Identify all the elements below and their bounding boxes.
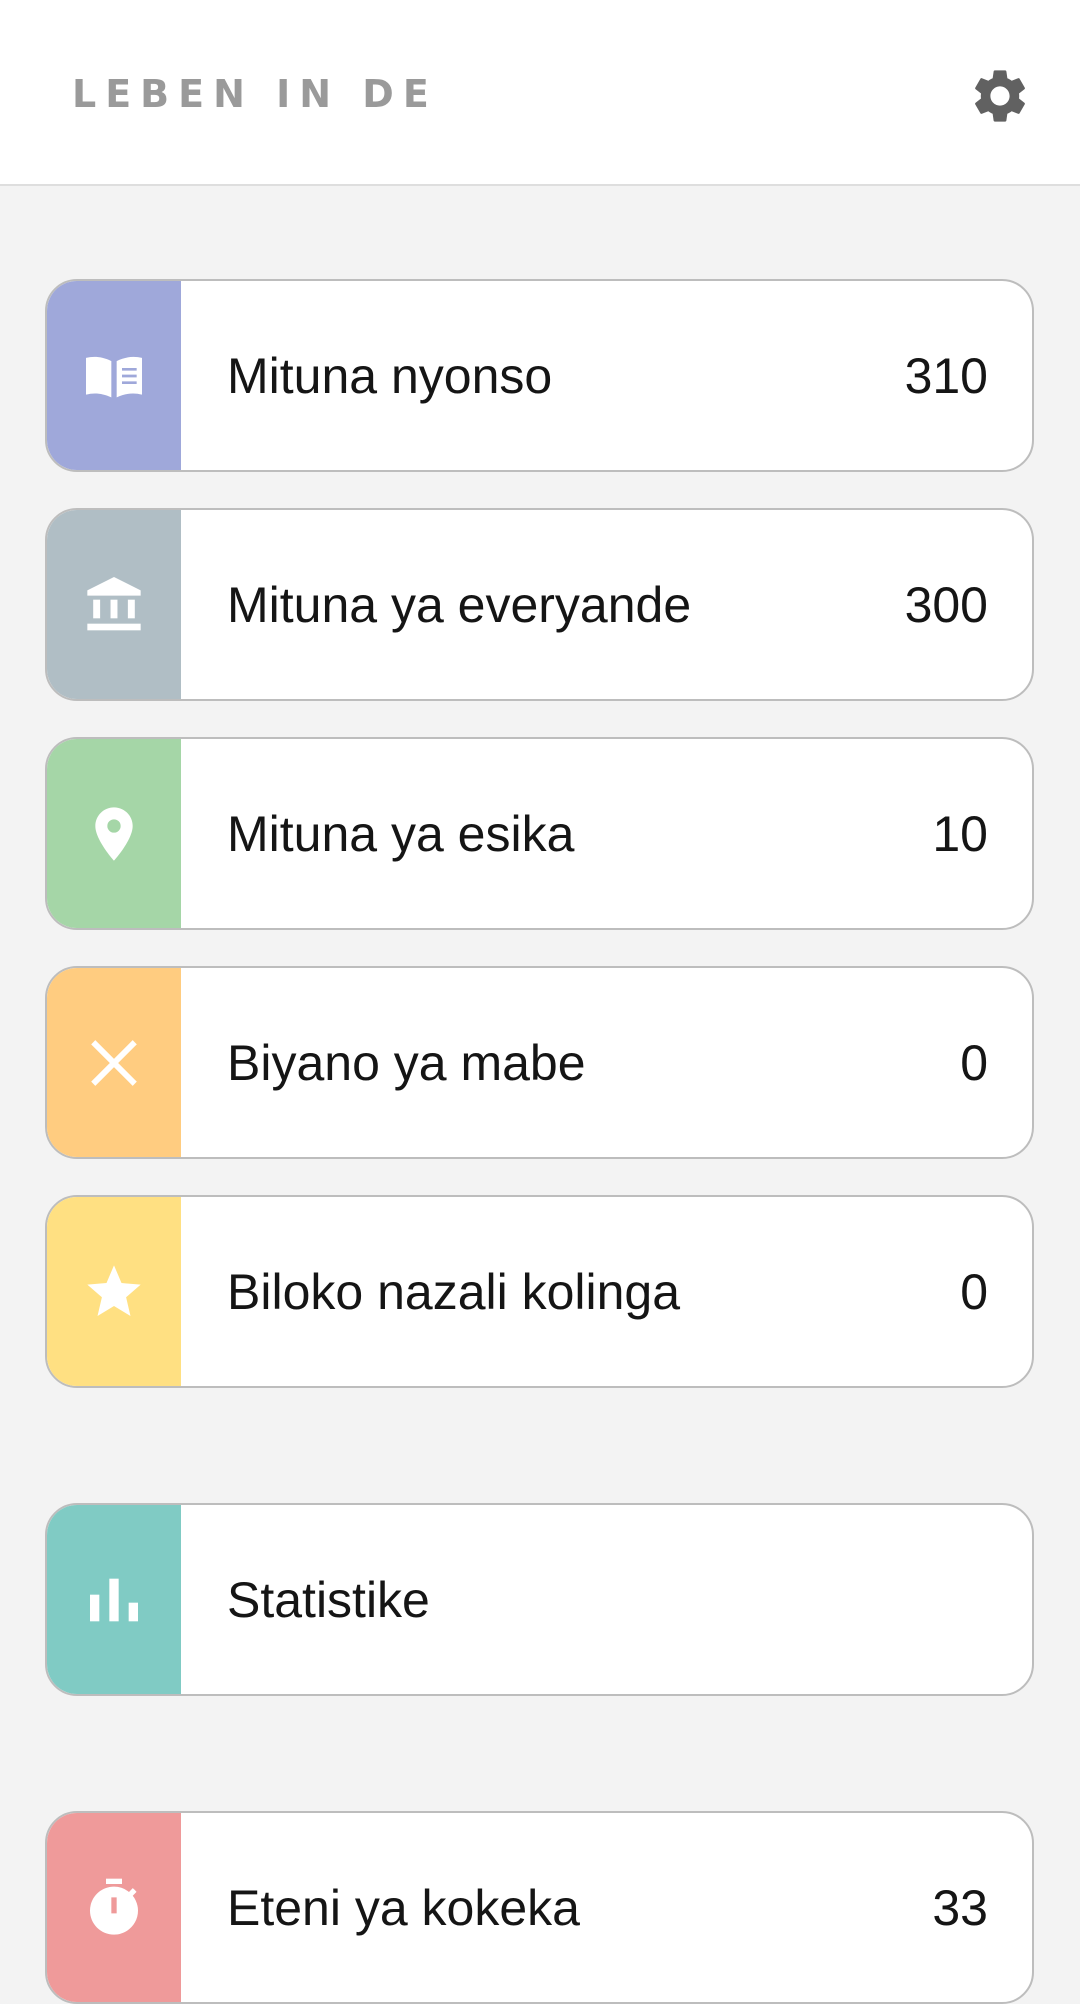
menu-item-count: 10 bbox=[932, 805, 988, 862]
menu-item-icon-box bbox=[47, 281, 181, 470]
menu-item-count: 0 bbox=[960, 1034, 988, 1091]
book-open-icon bbox=[86, 356, 142, 397]
map-pin-icon bbox=[95, 806, 133, 861]
bar-chart-icon bbox=[90, 1578, 138, 1621]
menu-item-all-questions[interactable]: Mituna nyonso 310 bbox=[45, 279, 1034, 472]
menu-item-count: 310 bbox=[904, 347, 988, 404]
menu-item-label: Eteni ya kokeka bbox=[227, 1879, 580, 1936]
stopwatch-icon bbox=[90, 1878, 138, 1935]
gear-icon bbox=[975, 70, 1025, 122]
close-x-icon bbox=[91, 1039, 137, 1086]
menu-item-label: Biyano ya mabe bbox=[227, 1034, 586, 1091]
star-icon bbox=[87, 1264, 141, 1316]
menu-item-label: Mituna ya everyande bbox=[227, 576, 692, 633]
menu-item-label: Mituna ya esika bbox=[227, 805, 575, 862]
bank-building-icon bbox=[87, 576, 141, 630]
menu-item-icon-box bbox=[47, 510, 181, 699]
menu-item-icon-box bbox=[47, 739, 181, 928]
app-header: LEBEN IN DE bbox=[0, 0, 1080, 186]
menu-item-favorites[interactable]: Biloko nazali kolinga 0 bbox=[45, 1195, 1034, 1388]
menu-item-count: 33 bbox=[932, 1879, 988, 1936]
menu-item-count: 0 bbox=[960, 1263, 988, 1320]
menu-item-wrong-answers[interactable]: Biyano ya mabe 0 bbox=[45, 966, 1034, 1159]
menu-item-label: Mituna nyonso bbox=[227, 347, 553, 404]
menu-item-count: 300 bbox=[904, 576, 988, 633]
app-logo-title: LEBEN IN DE bbox=[72, 72, 438, 116]
menu-item-icon-box bbox=[47, 968, 181, 1157]
menu-item-icon-box bbox=[47, 1197, 181, 1386]
menu-item-label: Biloko nazali kolinga bbox=[227, 1263, 681, 1320]
settings-button[interactable] bbox=[968, 64, 1032, 128]
menu-item-icon-box bbox=[47, 1813, 181, 2002]
menu-item-test-exam[interactable]: Eteni ya kokeka 33 bbox=[45, 1811, 1034, 2004]
menu-item-statistics[interactable]: Statistike bbox=[45, 1503, 1034, 1696]
menu-item-icon-box bbox=[47, 1505, 181, 1694]
menu-item-label: Statistike bbox=[227, 1571, 430, 1628]
menu-item-state-questions[interactable]: Mituna ya esika 10 bbox=[45, 737, 1034, 930]
menu-item-federal-questions[interactable]: Mituna ya everyande 300 bbox=[45, 508, 1034, 701]
